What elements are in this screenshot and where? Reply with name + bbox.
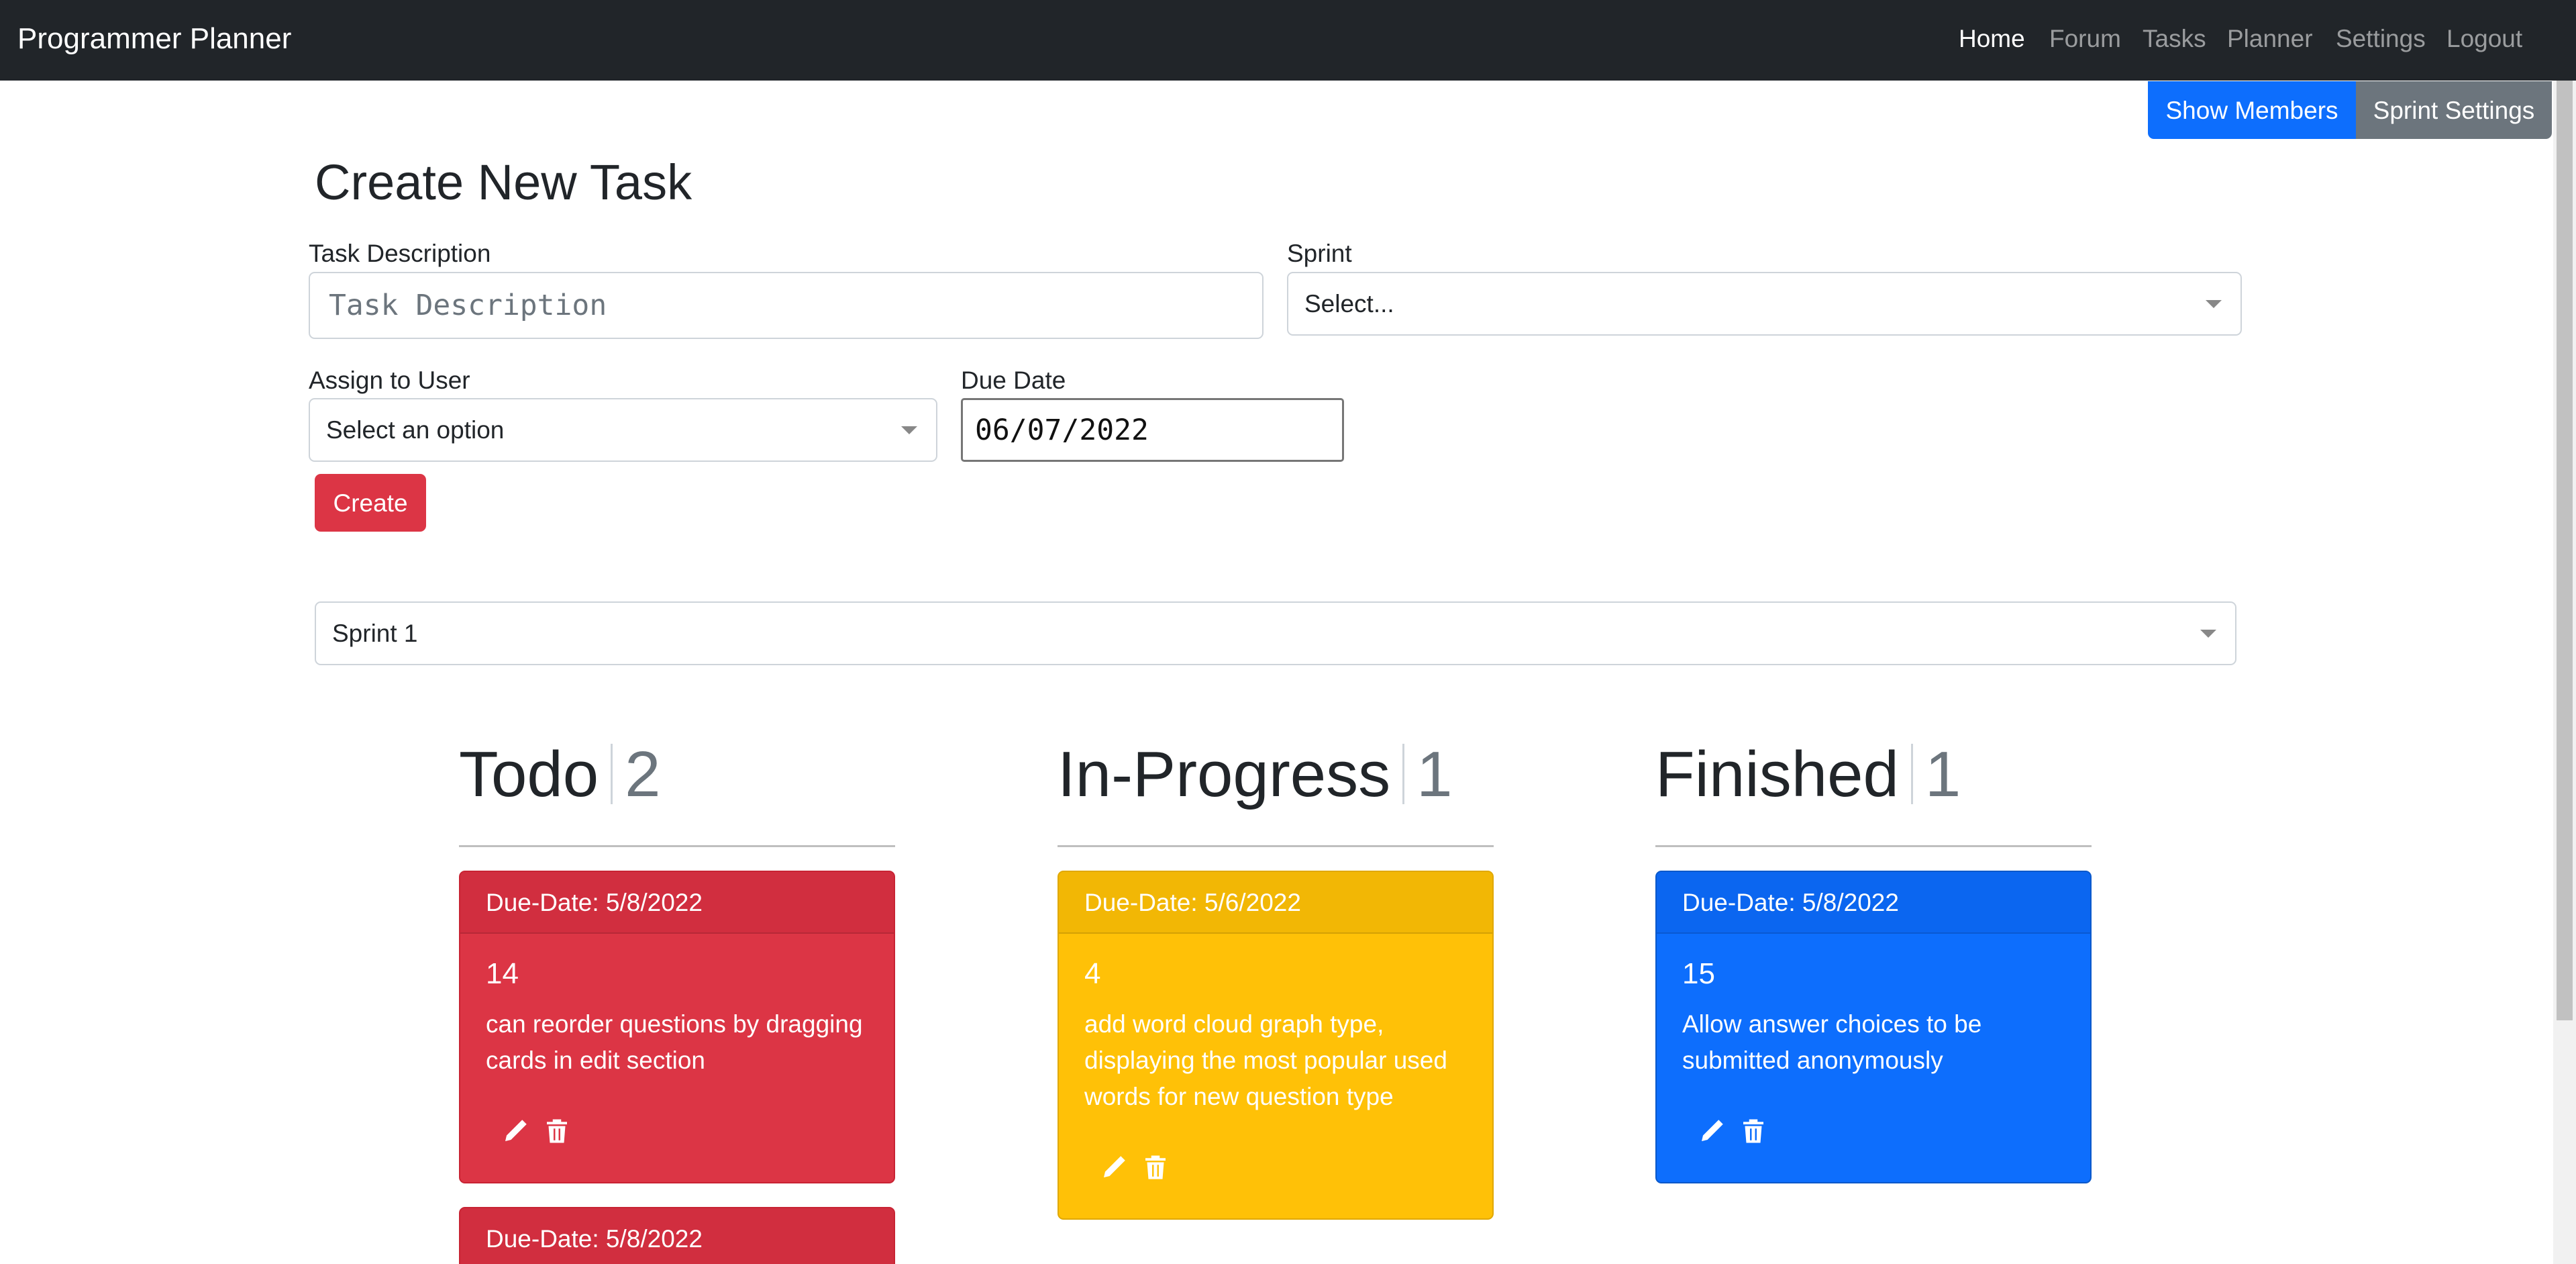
- show-members-button[interactable]: Show Members: [2148, 81, 2356, 139]
- nav-settings[interactable]: Settings: [2336, 20, 2426, 58]
- column-divider: [1058, 845, 1494, 847]
- brand-logo-text[interactable]: Programmer Planner: [17, 20, 291, 58]
- due-date-label: Due Date: [961, 367, 1066, 394]
- task-card[interactable]: Due-Date: 5/6/2022 4 add word cloud grap…: [1058, 871, 1494, 1220]
- task-card[interactable]: Due-Date: 5/8/2022 14 can reorder questi…: [459, 871, 895, 1183]
- task-description-label: Task Description: [309, 240, 491, 267]
- card-task-number: 4: [1084, 957, 1101, 990]
- sprint-select[interactable]: Select...: [1287, 272, 2242, 336]
- sprint-label: Sprint: [1287, 240, 1352, 267]
- sprint-filter-select[interactable]: Sprint 1: [315, 601, 2236, 665]
- card-due-date: Due-Date: 5/6/2022: [1059, 872, 1492, 934]
- pencil-icon[interactable]: [502, 1116, 529, 1146]
- card-due-date: Due-Date: 5/8/2022: [460, 872, 894, 934]
- divider: [611, 744, 613, 804]
- trash-icon[interactable]: [1740, 1116, 1767, 1146]
- trash-icon[interactable]: [544, 1116, 570, 1146]
- column-count: 1: [1416, 738, 1453, 810]
- column-divider: [459, 845, 895, 847]
- task-card[interactable]: Due-Date: 5/8/2022 15 Allow answer choic…: [1655, 871, 2092, 1183]
- page-scrollbar[interactable]: [2553, 81, 2576, 1264]
- pencil-icon[interactable]: [1100, 1153, 1127, 1182]
- column-divider: [1655, 845, 2092, 847]
- divider: [1402, 744, 1405, 804]
- sprint-settings-button[interactable]: Sprint Settings: [2356, 81, 2552, 139]
- page-title: Create New Task: [315, 154, 692, 210]
- assign-user-label: Assign to User: [309, 367, 470, 394]
- nav-forum[interactable]: Forum: [2049, 20, 2121, 58]
- create-button[interactable]: Create: [315, 474, 426, 532]
- column-count: 1: [1924, 738, 1961, 810]
- sprint-filter-value: Sprint 1: [332, 619, 418, 647]
- card-task-text: add word cloud graph type, displaying th…: [1084, 1010, 1447, 1110]
- nav-logout[interactable]: Logout: [2446, 20, 2522, 58]
- page: Programmer Planner Home Forum Tasks Plan…: [0, 0, 2576, 1264]
- navbar: Programmer Planner Home Forum Tasks Plan…: [0, 0, 2576, 81]
- assign-user-select-value: Select an option: [326, 416, 505, 444]
- column-title-finished: Finished 1: [1655, 737, 1961, 812]
- trash-icon[interactable]: [1142, 1153, 1169, 1182]
- nav-tasks[interactable]: Tasks: [2143, 20, 2206, 58]
- chevron-down-icon: [2200, 629, 2216, 638]
- column-name: In-Progress: [1058, 738, 1391, 810]
- nav-home[interactable]: Home: [1959, 20, 2025, 58]
- divider: [1910, 744, 1913, 804]
- pencil-icon[interactable]: [1698, 1116, 1725, 1146]
- column-count: 2: [625, 738, 661, 810]
- column-name: Finished: [1655, 738, 1899, 810]
- card-due-date: Due-Date: 5/8/2022: [1657, 872, 2090, 934]
- column-title-todo: Todo 2: [459, 737, 661, 812]
- card-task-text: Allow answer choices to be submitted ano…: [1682, 1010, 1982, 1074]
- task-description-input[interactable]: Task Description: [309, 272, 1264, 339]
- task-card[interactable]: Due-Date: 5/8/2022: [459, 1207, 895, 1264]
- card-task-text: can reorder questions by dragging cards …: [486, 1010, 863, 1074]
- column-title-in-progress: In-Progress 1: [1058, 737, 1453, 812]
- assign-user-select[interactable]: Select an option: [309, 398, 937, 462]
- card-task-number: 14: [486, 957, 519, 990]
- card-task-number: 15: [1682, 957, 1715, 990]
- card-due-date: Due-Date: 5/8/2022: [460, 1208, 894, 1264]
- due-date-input[interactable]: 06/07/2022: [961, 398, 1344, 462]
- chevron-down-icon: [2206, 299, 2222, 308]
- scrollbar-thumb[interactable]: [2557, 81, 2573, 1020]
- sprint-select-value: Select...: [1304, 289, 1394, 318]
- column-name: Todo: [459, 738, 599, 810]
- nav-planner[interactable]: Planner: [2227, 20, 2313, 58]
- chevron-down-icon: [901, 426, 917, 434]
